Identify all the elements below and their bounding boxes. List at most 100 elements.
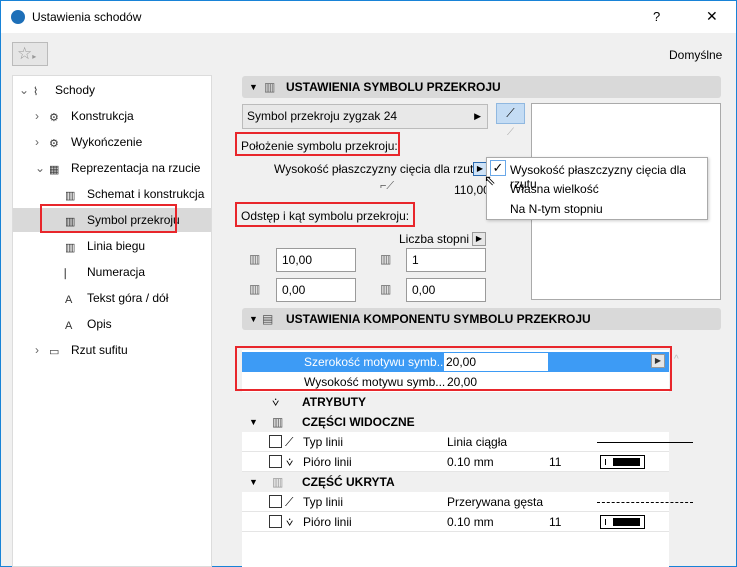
line-type-label: Typ linii	[303, 435, 344, 449]
pen-swatch[interactable]	[600, 455, 645, 469]
collapse-icon: ▼	[249, 417, 258, 427]
attributes-row: ⩒ ATRYBUTY	[242, 392, 669, 412]
checkbox[interactable]	[269, 495, 282, 508]
highlight-motif	[235, 346, 672, 391]
chevron-down-icon[interactable]: ⌄	[35, 156, 49, 180]
close-button[interactable]: ✕	[706, 8, 718, 25]
chevron-right-icon[interactable]: ›	[35, 338, 49, 362]
dashed-line-preview	[597, 502, 693, 503]
tree-item-label: Numeracja	[87, 265, 146, 279]
pen-label: Pióro linii	[303, 515, 352, 529]
angle-icon: ▥	[380, 282, 392, 296]
highlight-spacing	[235, 202, 415, 227]
section-header-symbol[interactable]: ▼ ▥ USTAWIENIA SYMBOLU PRZEKROJU	[242, 76, 721, 98]
app-icon	[11, 10, 25, 24]
menu-item[interactable]: Własna wielkość	[510, 182, 599, 196]
favorites-button[interactable]: ☆▸	[12, 42, 48, 66]
offset-input[interactable]: 0,00	[276, 278, 356, 302]
pen-label: Pióro linii	[303, 455, 352, 469]
checkbox[interactable]	[269, 515, 282, 528]
hidden-parts-row[interactable]: ▼ ▥ CZĘŚĆ UKRYTA	[242, 472, 669, 492]
highlight-position	[235, 132, 400, 156]
visible-parts-label: CZĘŚCI WIDOCZNE	[302, 415, 415, 429]
attributes-label: ATRYBUTY	[302, 395, 366, 409]
tree-item-label: Schemat i konstrukcja	[87, 187, 205, 201]
tree-item[interactable]: A Opis	[13, 312, 211, 336]
pen-swatch[interactable]	[600, 515, 645, 529]
tree-item[interactable]: A Tekst góra / dół	[13, 286, 211, 310]
offset-icon: ▥	[249, 282, 261, 296]
pen-size: 0.10 mm	[447, 515, 494, 529]
star-icon: ☆	[17, 44, 33, 63]
symbol-select[interactable]: Symbol przekroju zygzak 24 ▶	[242, 104, 488, 129]
spacing-icon: ▥	[249, 252, 261, 266]
line-icon: ⟋	[285, 435, 294, 449]
chevron-right-icon[interactable]: ›	[35, 104, 49, 128]
angle-input[interactable]: 0,00	[406, 278, 486, 302]
tree-item-label: Konstrukcja	[71, 109, 134, 123]
tree-item[interactable]: › ▭ Rzut sufitu	[13, 338, 211, 362]
tree-item-label: Linia biegu	[87, 239, 146, 253]
tree-item-icon: ⌇	[33, 86, 39, 98]
tree-item-icon: ⚙	[49, 138, 59, 150]
section-symbol-icon: ▥	[264, 80, 276, 94]
tree-item-label: Reprezentacja na rzucie	[71, 161, 201, 175]
pen-number: 11	[549, 515, 562, 529]
tree-item[interactable]: ⎸ Numeracja	[13, 260, 211, 284]
tree-item-icon: ▥	[65, 242, 76, 254]
component-icon: ▤	[262, 312, 274, 326]
section-header-component[interactable]: ▼ ▤ USTAWIENIA KOMPONENTU SYMBOLU PRZEKR…	[242, 308, 721, 330]
hidden-pen-row[interactable]: ⩒ Pióro linii 0.10 mm 11	[242, 512, 669, 532]
tree-item-label: Rzut sufitu	[71, 343, 128, 357]
chevron-right-icon[interactable]: ›	[35, 130, 49, 154]
default-label: Domyślne	[669, 48, 723, 62]
pen-number: 11	[549, 455, 562, 469]
attributes-icon: ⩒	[272, 395, 280, 409]
scroll-up-icon[interactable]: ^	[674, 354, 679, 365]
tree-item[interactable]: › ⚙ Wykończenie	[13, 130, 211, 154]
collapse-icon: ▼	[249, 477, 258, 487]
steps-input[interactable]: 1	[406, 248, 486, 272]
tree-item-icon: A	[65, 294, 73, 306]
chevron-down-icon[interactable]: ⌄	[19, 78, 33, 102]
help-button[interactable]: ?	[653, 9, 660, 24]
hidden-line-type-row[interactable]: ⟋ Typ linii Przerywana gęsta	[242, 492, 693, 512]
tree-item-icon: ▦	[49, 164, 60, 176]
line-type-label: Typ linii	[303, 495, 344, 509]
line-type-value[interactable]: Linia ciągła	[447, 432, 507, 452]
tree-item-icon: ⚙	[49, 112, 59, 124]
spacing-input[interactable]: 10,00	[276, 248, 356, 272]
tree-item[interactable]: ⌄ ⌇ Schody	[13, 78, 211, 102]
steps-dropdown-button[interactable]: ▶	[472, 232, 486, 246]
tree-item-icon: ▥	[65, 190, 76, 202]
chevron-right-icon: ▶	[474, 111, 481, 121]
tree-item-label: Wykończenie	[71, 135, 143, 149]
symbol-style-button-1[interactable]: ⟋	[496, 103, 525, 124]
line-type-value[interactable]: Przerywana gęsta	[447, 492, 543, 512]
highlight-selected-item	[40, 204, 177, 233]
menu-item[interactable]: Na N-tym stopniu	[510, 202, 603, 216]
line-icon: ⟋	[285, 495, 294, 509]
section-title: USTAWIENIA KOMPONENTU SYMBOLU PRZEKROJU	[286, 312, 591, 326]
pen-icon: ⩒	[286, 455, 294, 469]
tree-item[interactable]: › ⚙ Konstrukcja	[13, 104, 211, 128]
checkbox[interactable]	[269, 455, 282, 468]
title-bar: Ustawienia schodów ? ✕	[1, 1, 736, 33]
tree-item-icon: A	[65, 320, 73, 332]
tree-item[interactable]: ⌄ ▦ Reprezentacja na rzucie	[13, 156, 211, 180]
position-dropdown-menu: ✓ Wysokość płaszczyzny cięcia dla rzutu …	[486, 157, 708, 220]
tree-item-icon: ▭	[49, 346, 60, 358]
tree-item[interactable]: ▥ Linia biegu	[13, 234, 211, 258]
visible-line-type-row[interactable]: ⟋ Typ linii Linia ciągła	[242, 432, 693, 452]
collapse-icon: ▼	[249, 82, 258, 92]
hidden-parts-label: CZĘŚĆ UKRYTA	[302, 475, 395, 489]
symbol-style-button-2[interactable]: ⟋	[496, 127, 525, 141]
checkbox[interactable]	[269, 435, 282, 448]
visible-parts-row[interactable]: ▼ ▥ CZĘŚCI WIDOCZNE	[242, 412, 669, 432]
hidden-parts-icon: ▥	[272, 475, 284, 489]
position-value: Wysokość płaszczyzny cięcia dla rzutu	[274, 162, 480, 176]
visible-pen-row[interactable]: ⩒ Pióro linii 0.10 mm 11	[242, 452, 669, 472]
settings-tree: ⌄ ⌇ Schody › ⚙ Konstrukcja › ⚙ Wykończenie ⌄ ▦ Repr…	[12, 75, 212, 567]
tree-item[interactable]: ▥ Schemat i konstrukcja	[13, 182, 211, 206]
steps-icon: ▥	[380, 252, 392, 266]
